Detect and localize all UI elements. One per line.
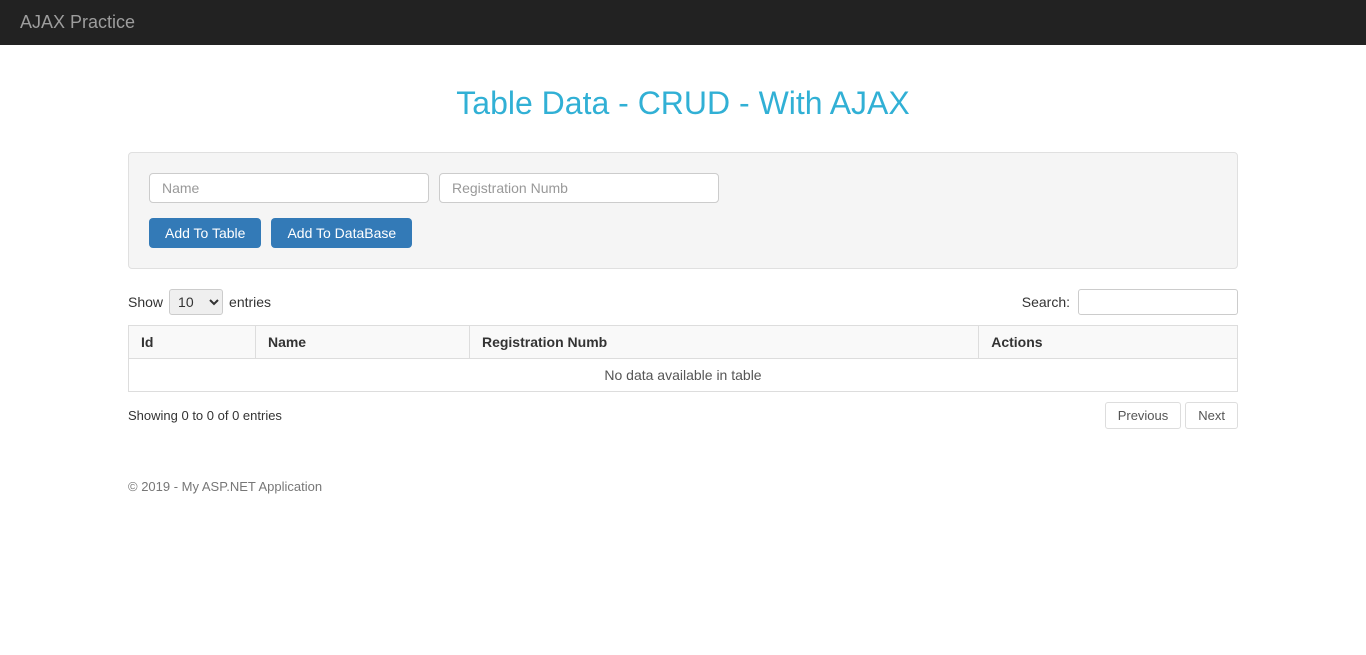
copyright: © 2019 - My ASP.NET Application xyxy=(128,479,322,494)
datatable-footer: Showing 0 to 0 of 0 entries Previous Nex… xyxy=(128,402,1238,429)
form-panel: Add To Table Add To DataBase xyxy=(128,152,1238,269)
next-button[interactable]: Next xyxy=(1185,402,1238,429)
datatable-controls: Show 10 25 50 100 entries Search: xyxy=(128,289,1238,315)
name-input[interactable] xyxy=(149,173,429,203)
col-id: Id xyxy=(129,326,256,359)
col-registration: Registration Numb xyxy=(469,326,978,359)
entries-label: entries xyxy=(229,294,271,310)
showing-info: Showing 0 to 0 of 0 entries xyxy=(128,408,282,423)
show-entries: Show 10 25 50 100 entries xyxy=(128,289,271,315)
main-container: Table Data - CRUD - With AJAX Add To Tab… xyxy=(113,45,1253,524)
add-to-database-button[interactable]: Add To DataBase xyxy=(271,218,412,248)
no-data-message: No data available in table xyxy=(129,359,1238,392)
col-name: Name xyxy=(255,326,469,359)
navbar-brand[interactable]: AJAX Practice xyxy=(20,12,135,32)
search-input[interactable] xyxy=(1078,289,1238,315)
form-inputs-row xyxy=(149,173,1217,203)
search-label: Search: xyxy=(1022,294,1070,310)
add-to-table-button[interactable]: Add To Table xyxy=(149,218,261,248)
no-data-row: No data available in table xyxy=(129,359,1238,392)
page-title: Table Data - CRUD - With AJAX xyxy=(128,85,1238,122)
table-header-row: Id Name Registration Numb Actions xyxy=(129,326,1238,359)
previous-button[interactable]: Previous xyxy=(1105,402,1182,429)
navbar: AJAX Practice xyxy=(0,0,1366,45)
data-table: Id Name Registration Numb Actions No dat… xyxy=(128,325,1238,392)
registration-input[interactable] xyxy=(439,173,719,203)
pagination-buttons: Previous Next xyxy=(1105,402,1238,429)
show-label: Show xyxy=(128,294,163,310)
form-btn-row: Add To Table Add To DataBase xyxy=(149,218,1217,248)
search-box: Search: xyxy=(1022,289,1238,315)
table-head: Id Name Registration Numb Actions xyxy=(129,326,1238,359)
table-body: No data available in table xyxy=(129,359,1238,392)
col-actions: Actions xyxy=(979,326,1238,359)
entries-select[interactable]: 10 25 50 100 xyxy=(169,289,223,315)
footer: © 2019 - My ASP.NET Application xyxy=(128,469,1238,504)
